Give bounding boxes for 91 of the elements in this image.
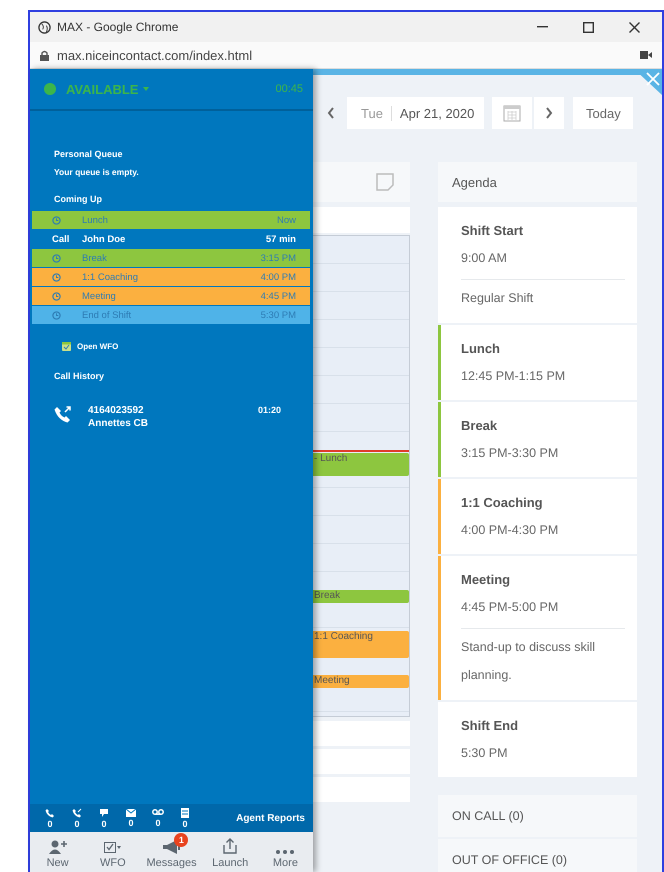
event-time: Now xyxy=(276,214,296,226)
section-title: Call History xyxy=(53,371,106,381)
event-name: Break xyxy=(82,252,108,264)
calendar-icon xyxy=(503,104,522,122)
counter-value: 0 xyxy=(74,818,80,828)
agenda-item-note: Stand-up to discuss skill planning. xyxy=(461,628,625,689)
toolbar-button[interactable]: New xyxy=(30,832,86,872)
queue-message: Your queue is empty. xyxy=(53,167,140,177)
event-name: Meeting xyxy=(82,290,117,302)
calendar-event[interactable]: Meeting xyxy=(313,675,409,688)
add-user-icon xyxy=(48,840,67,854)
voicemail-icon xyxy=(152,808,164,816)
section-title: Coming Up xyxy=(53,194,103,204)
notification-badge: 1 xyxy=(174,833,188,847)
date-field[interactable]: Tue Apr 21, 2020 xyxy=(347,97,484,129)
close-icon xyxy=(628,22,640,32)
toolbar-button[interactable]: Messages 1 xyxy=(140,832,203,872)
event-time: 4:45 PM xyxy=(260,290,296,302)
today-button[interactable]: Today xyxy=(573,97,634,129)
counter-value: 0 xyxy=(182,818,188,828)
calendar-event[interactable]: Break xyxy=(313,590,409,603)
contact-name: Annettes CB xyxy=(88,418,150,429)
event-time: 5:30 PM xyxy=(260,310,296,320)
agent-reports-button[interactable]: Agent Reports xyxy=(236,812,305,824)
schedule-row[interactable]: Meeting 4:45 PM xyxy=(32,287,310,305)
schedule-row[interactable]: 1:1 Coaching 4:00 PM xyxy=(32,268,310,286)
clock-icon xyxy=(52,292,61,300)
email-icon xyxy=(126,808,136,816)
call-time: 57 min xyxy=(264,234,296,244)
url-text[interactable]: max.niceincontact.com/index.html xyxy=(57,48,252,62)
calendar-event[interactable]: 1:1 Coaching xyxy=(313,631,409,658)
counter-value: 0 xyxy=(47,818,52,828)
clock-icon xyxy=(52,272,61,282)
next-button[interactable] xyxy=(534,97,564,129)
camera-icon xyxy=(640,51,652,59)
clock-icon xyxy=(52,254,61,262)
agenda-item-title: Lunch xyxy=(461,340,501,358)
agenda-item-title: Break xyxy=(461,417,498,435)
agenda-item-note: Regular Shift xyxy=(461,279,625,312)
clock-icon xyxy=(52,310,61,320)
section-title: Personal Queue xyxy=(53,149,124,159)
agenda-item-title: Shift End xyxy=(461,717,520,735)
event-name: End of Shift xyxy=(82,310,132,320)
globe-icon xyxy=(38,20,51,34)
checklist-icon xyxy=(104,842,122,854)
share-icon xyxy=(223,838,238,854)
event-name: 1:1 Coaching xyxy=(82,272,139,282)
agenda-item-time: 3:15 PM-3:30 PM xyxy=(461,445,560,462)
agenda-item-time: 4:00 PM-4:30 PM xyxy=(461,522,560,539)
agenda-item-title: Shift Start xyxy=(461,222,524,240)
agenda-title: Agenda xyxy=(438,162,637,202)
maximize-icon xyxy=(582,22,594,32)
agenda-item-time: 12:45 PM-1:15 PM xyxy=(461,368,566,385)
chat-icon xyxy=(99,808,109,818)
toolbar-button[interactable]: More xyxy=(258,832,314,872)
callback-icon xyxy=(72,808,82,818)
agenda-item-time: 9:00 AM xyxy=(461,250,508,267)
toolbar-button[interactable]: Launch xyxy=(202,832,258,872)
window-title: MAX - Google Chrome xyxy=(57,20,178,34)
status-dot xyxy=(44,83,56,95)
event-time: 3:15 PM xyxy=(260,252,296,264)
call-type: Call xyxy=(52,234,70,244)
calendar-check-icon xyxy=(62,342,71,351)
open-wfo-link[interactable]: Open WFO xyxy=(62,342,118,351)
chevron-left-icon xyxy=(327,107,335,119)
agenda-item-title: Meeting xyxy=(461,571,512,589)
lock-icon xyxy=(40,50,49,60)
agenda-item-time: 5:30 PM xyxy=(461,745,509,762)
agenda-item-time: 4:45 PM-5:00 PM xyxy=(461,599,560,616)
counter-value: 0 xyxy=(155,818,160,828)
clock-icon xyxy=(52,216,61,224)
phone-icon xyxy=(45,808,55,818)
more-icon xyxy=(276,850,294,854)
calendar-event[interactable]: - Lunch xyxy=(313,453,409,476)
agenda-item-title: 1:1 Coaching xyxy=(461,494,544,512)
event-time: 4:00 PM xyxy=(260,272,296,282)
event-name: Lunch xyxy=(82,214,109,226)
group-header[interactable]: OUT OF OFFICE (0) xyxy=(438,839,637,872)
toolbar-button[interactable]: WFO xyxy=(85,832,140,872)
counter-value: 0 xyxy=(101,818,106,828)
phone-number: 4164023592 xyxy=(88,405,145,416)
minimize-icon xyxy=(536,26,548,28)
call-duration: 01:20 xyxy=(258,405,281,415)
chevron-right-icon xyxy=(545,107,554,119)
caret-icon xyxy=(143,87,150,91)
document-icon xyxy=(181,808,189,818)
caller-name: John Doe xyxy=(82,234,126,244)
counter-value: 0 xyxy=(128,818,134,828)
group-header[interactable]: ON CALL (0) xyxy=(438,795,637,837)
status-timer: 00:45 xyxy=(275,83,303,95)
outgoing-call-icon xyxy=(54,405,72,423)
